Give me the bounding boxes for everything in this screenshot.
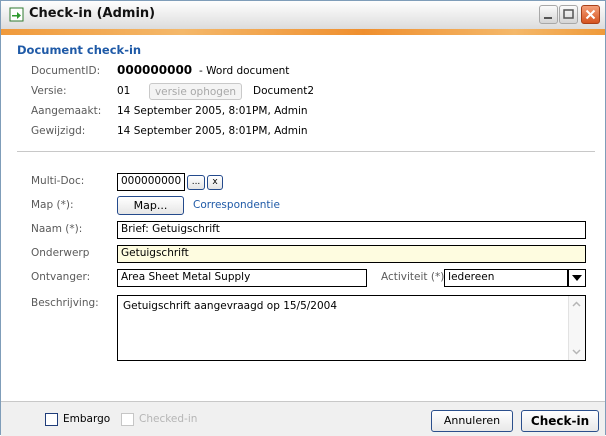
aangemaakt-label: Aangemaakt: xyxy=(31,105,102,117)
minimize-icon xyxy=(544,17,552,19)
dialog-footer: Embargo Checked-in Annuleren Check-in xyxy=(1,401,605,436)
naam-input[interactable]: Brief: Getuigschrift xyxy=(117,221,586,239)
multidoc-clear-button[interactable]: x xyxy=(207,175,223,190)
beschrijving-textarea[interactable]: Getuigschrift aangevraagd op 15/5/2004 xyxy=(117,295,586,361)
scroll-up-icon[interactable] xyxy=(571,299,582,310)
naam-label: Naam (*): xyxy=(31,223,83,235)
onderwerp-input[interactable]: Getuigschrift xyxy=(117,245,586,263)
multidoc-field[interactable]: 000000000 xyxy=(117,173,185,191)
versie-label: Versie: xyxy=(31,85,67,97)
vertical-scrollbar[interactable] xyxy=(568,296,585,360)
checked-in-label: Checked-in xyxy=(139,413,198,425)
activiteit-label: Activiteit (*): xyxy=(381,271,448,283)
close-button[interactable] xyxy=(581,5,600,24)
versie-value: 01 xyxy=(117,85,131,97)
activiteit-select[interactable]: Iedereen xyxy=(444,269,568,287)
embargo-checkbox[interactable] xyxy=(45,413,58,426)
map-label: Map (*): xyxy=(31,199,74,211)
document-name-value: Document2 xyxy=(253,85,315,97)
section-title: Document check-in xyxy=(17,43,142,57)
checked-in-checkbox[interactable] xyxy=(121,413,134,426)
aangemaakt-value: 14 September 2005, 8:01PM, Admin xyxy=(117,105,308,117)
multidoc-browse-button[interactable]: ... xyxy=(187,175,205,190)
multidoc-label: Multi-Doc: xyxy=(31,175,85,187)
maximize-button[interactable] xyxy=(559,5,578,24)
beschrijving-label: Beschrijving: xyxy=(31,297,99,309)
beschrijving-text: Getuigschrift aangevraagd op 15/5/2004 xyxy=(123,300,338,312)
gewijzigd-label: Gewijzigd: xyxy=(31,125,86,137)
versie-ophogen-button[interactable]: versie ophogen xyxy=(149,83,242,100)
minimize-button[interactable] xyxy=(539,5,558,24)
map-button[interactable]: Map... xyxy=(117,196,184,215)
activiteit-dropdown-button[interactable] xyxy=(568,269,586,287)
chevron-down-icon xyxy=(572,275,582,281)
maximize-icon xyxy=(563,9,574,19)
scroll-down-icon[interactable] xyxy=(571,346,582,357)
title-accent-strip xyxy=(1,29,605,35)
checkin-dialog: Check-in (Admin) Document check-in Docum… xyxy=(0,0,606,436)
document-id-label: DocumentID: xyxy=(31,65,101,77)
cancel-button[interactable]: Annuleren xyxy=(431,410,513,432)
close-icon xyxy=(585,9,596,20)
document-arrow-icon xyxy=(9,7,24,22)
checkin-button[interactable]: Check-in xyxy=(521,410,599,432)
ontvanger-label: Ontvanger: xyxy=(31,271,91,283)
document-type-value: - Word document xyxy=(199,65,290,77)
embargo-label: Embargo xyxy=(63,413,111,425)
map-value-link[interactable]: Correspondentie xyxy=(193,199,280,211)
ontvanger-input[interactable]: Area Sheet Metal Supply xyxy=(117,269,367,287)
gewijzigd-value: 14 September 2005, 8:01PM, Admin xyxy=(117,125,308,137)
document-id-value: 000000000 xyxy=(117,63,193,77)
window-title: Check-in (Admin) xyxy=(29,6,156,21)
section-divider xyxy=(17,151,595,152)
title-bar[interactable]: Check-in (Admin) xyxy=(1,1,605,30)
onderwerp-label: Onderwerp xyxy=(31,247,90,259)
